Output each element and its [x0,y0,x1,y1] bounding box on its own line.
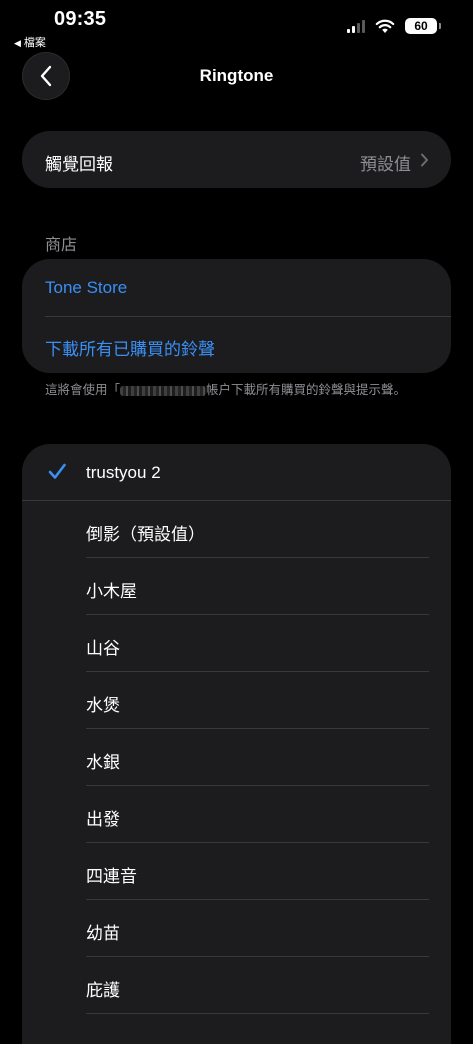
status-bar: 09:35 ◀ 檔案 60 [0,0,473,50]
back-to-app-link[interactable]: ◀ 檔案 [14,34,46,50]
ringtone-name: 小木屋 [86,582,137,601]
divider [86,1013,429,1014]
store-group: Tone Store 下載所有已購買的鈴聲 [22,259,451,373]
back-app-label: 檔案 [23,37,46,49]
note-prefix: 這將會使用「 [45,383,121,397]
ringtone-name: 倒影（預設值） [86,525,205,544]
haptics-value: 預設值 [360,155,411,174]
download-all-purchased-link[interactable]: 下載所有已購買的鈴聲 [45,335,215,360]
redacted-account [120,385,207,396]
ringtone-row[interactable]: 幼苗 [22,900,451,957]
ringtone-row[interactable]: 山谷 [22,615,451,672]
divider [45,316,451,317]
ringtone-row[interactable]: 庇護 [22,957,451,1014]
page-title: Ringtone [199,66,274,85]
haptics-row[interactable]: 觸覺回報 預設值 [22,131,451,188]
back-triangle-icon: ◀ [14,38,21,48]
ringtone-row[interactable]: 四連音 [22,843,451,900]
haptics-label: 觸覺回報 [45,155,113,174]
ringtone-name: 水煲 [86,696,120,715]
store-section-header: 商店 [45,237,78,254]
cellular-signal-icon [347,19,365,33]
wifi-icon [375,19,395,33]
ringtone-list: trustyou 2 倒影（預設值） 小木屋 山谷 水煲 水銀 出發 四連音 幼… [22,444,451,1044]
ringtone-name: trustyou 2 [86,463,161,482]
checkmark-icon [48,463,66,479]
note-suffix: 帳户下載所有購買的鈴聲與提示聲。 [206,383,407,397]
chevron-right-icon [421,153,428,167]
ringtone-row[interactable]: 倒影（預設值） [22,501,451,558]
battery-icon: 60 [405,18,441,34]
ringtone-row[interactable]: 出發 [22,786,451,843]
ringtone-name: 水銀 [86,753,120,772]
ringtone-row[interactable]: 小木屋 [22,558,451,615]
tone-store-link[interactable]: Tone Store [45,278,127,298]
ringtone-row[interactable]: trustyou 2 [22,444,451,501]
ringtone-name: 庇護 [86,981,120,1000]
ringtone-name: 出發 [86,810,120,829]
status-time: 09:35 [54,8,107,30]
ringtone-name: 四連音 [86,867,137,886]
ringtone-row[interactable]: 水銀 [22,729,451,786]
ringtone-name: 山谷 [86,639,120,658]
ringtone-row[interactable]: 水煲 [22,672,451,729]
ringtone-name: 幼苗 [86,924,120,943]
store-footer-note: 這將會使用「 帳户下載所有購買的鈴聲與提示聲。 [45,382,435,399]
status-icons: 60 [347,18,441,34]
